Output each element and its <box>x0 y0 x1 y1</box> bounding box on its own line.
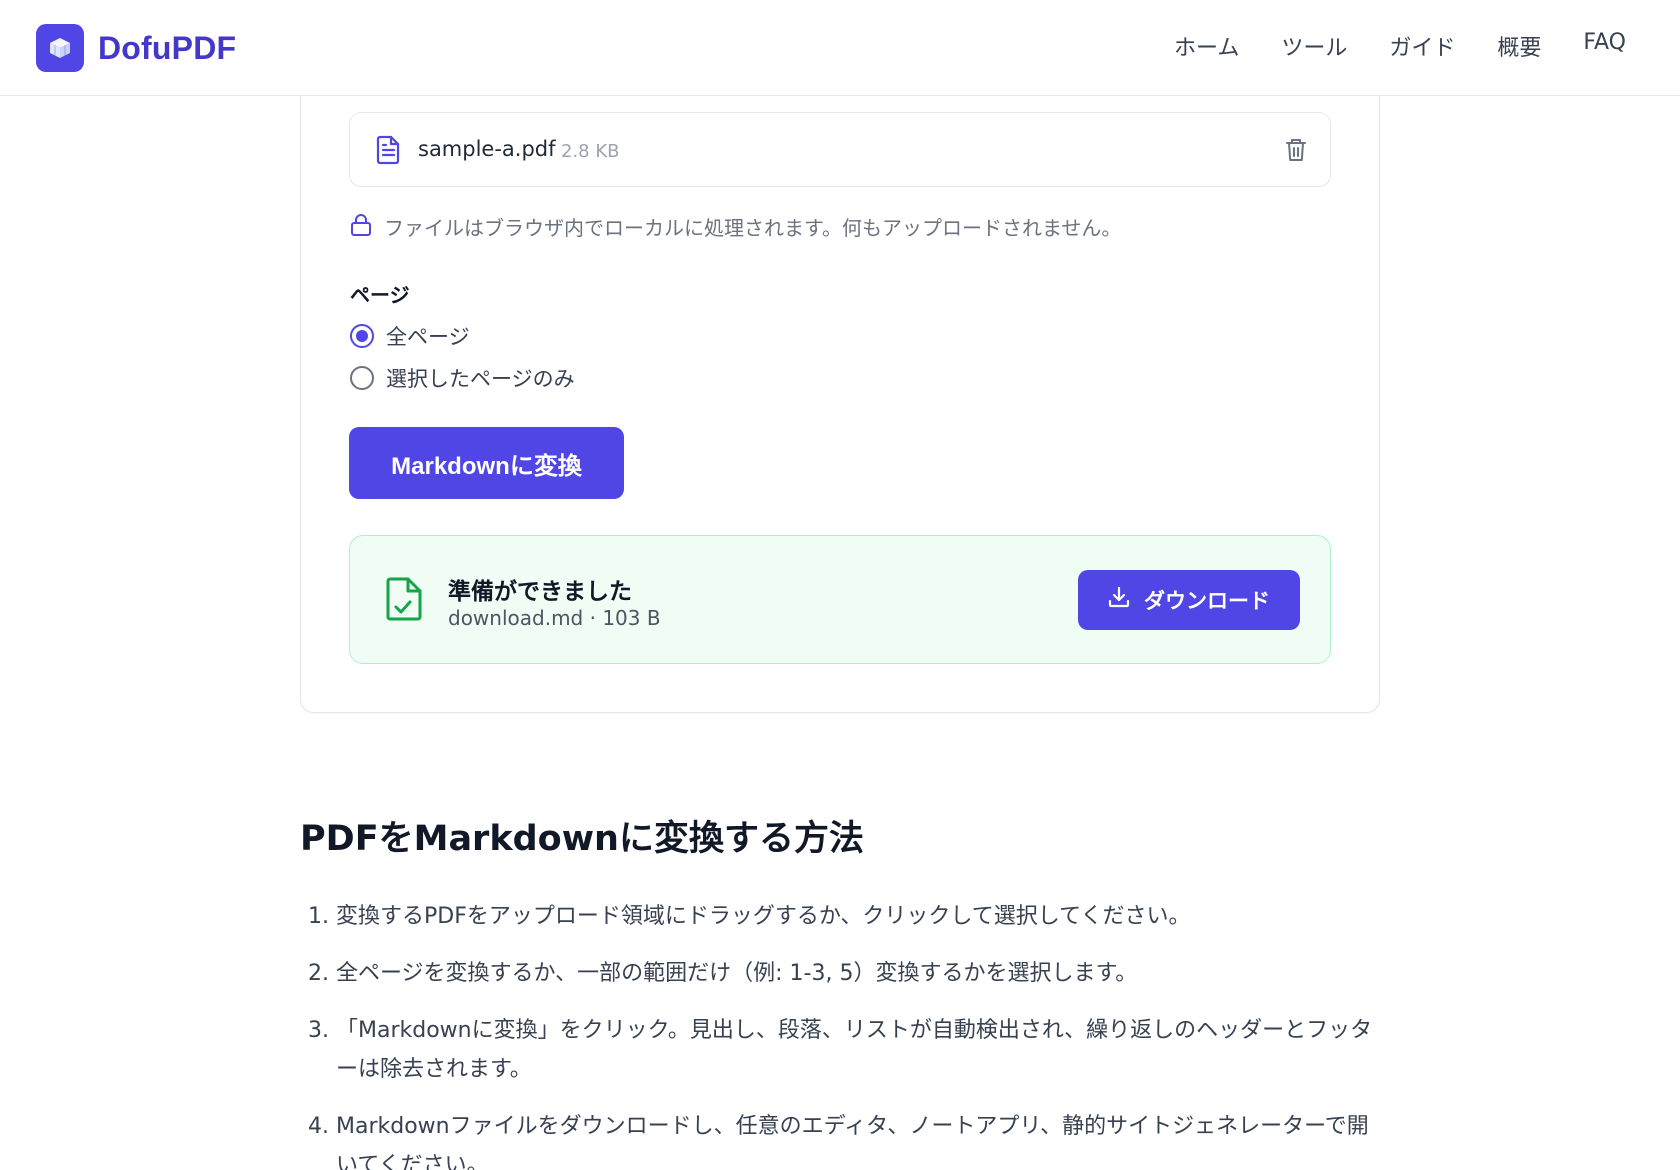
logo-icon <box>36 24 84 72</box>
nav-faq[interactable]: FAQ <box>1583 30 1626 62</box>
list-item: 3. 「Markdownに変換」をクリック。見出し、段落、リストが自動検出され、… <box>308 1011 1388 1089</box>
howto-title: PDFをMarkdownに変換する方法 <box>300 819 864 859</box>
nav-guide[interactable]: ガイド <box>1389 30 1455 62</box>
list-item: 2. 全ページを変換するか、一部の範囲だけ（例: 1-3, 5）変換するかを選択… <box>308 954 1388 993</box>
list-item: 4. Markdownファイルをダウンロードし、任意のエディタ、ノートアプリ、静… <box>308 1107 1388 1170</box>
file-check-icon <box>384 576 424 626</box>
lock-icon <box>350 213 372 241</box>
step-text: 全ページを変換するか、一部の範囲だけ（例: 1-3, 5）変換するかを選択します… <box>336 961 1138 986</box>
nav-home[interactable]: ホーム <box>1174 30 1239 62</box>
step-number: 3. <box>308 1018 329 1043</box>
result-panel: 準備ができました download.md · 103 B ダウンロード <box>349 535 1331 664</box>
pages-label: ページ <box>350 283 410 307</box>
radio-all-pages[interactable]: 全ページ <box>350 321 470 351</box>
nav-tools[interactable]: ツール <box>1281 30 1347 62</box>
nav-about[interactable]: 概要 <box>1497 30 1541 62</box>
download-label: ダウンロード <box>1144 590 1270 613</box>
radio-button-checked[interactable] <box>350 324 374 348</box>
step-number: 1. <box>308 904 329 929</box>
step-text: 変換するPDFをアップロード領域にドラッグするか、クリックして選択してください。 <box>336 904 1191 929</box>
privacy-text: ファイルはブラウザ内でローカルに処理されます。何もアップロードされません。 <box>384 216 1122 240</box>
privacy-note: ファイルはブラウザ内でローカルに処理されます。何もアップロードされません。 <box>350 212 1121 241</box>
step-number: 2. <box>308 961 329 986</box>
result-title: 準備ができました <box>448 579 632 605</box>
file-name: sample-a.pdf <box>418 137 556 161</box>
convert-button[interactable]: Markdownに変換 <box>349 427 624 499</box>
step-text: 「Markdownに変換」をクリック。見出し、段落、リストが自動検出され、繰り返… <box>336 1018 1373 1082</box>
file-icon <box>376 135 402 169</box>
file-item: sample-a.pdf 2.8 KB <box>349 112 1331 187</box>
trash-icon[interactable] <box>1284 137 1308 167</box>
step-text: Markdownファイルをダウンロードし、任意のエディタ、ノートアプリ、静的サイ… <box>336 1114 1369 1170</box>
file-size: 2.8 KB <box>561 141 620 162</box>
radio-label: 全ページ <box>386 325 470 349</box>
download-icon <box>1108 586 1130 614</box>
brand-link[interactable]: DofuPDF <box>36 24 236 72</box>
radio-selected-pages[interactable]: 選択したページのみ <box>350 363 575 393</box>
list-item: 1. 変換するPDFをアップロード領域にドラッグするか、クリックして選択してくだ… <box>308 897 1388 936</box>
result-meta: download.md · 103 B <box>448 606 661 630</box>
step-number: 4. <box>308 1114 329 1139</box>
site-header: DofuPDF ホーム ツール ガイド 概要 FAQ <box>0 0 1680 96</box>
main-nav: ホーム ツール ガイド 概要 FAQ <box>1174 30 1626 62</box>
howto-steps: 1. 変換するPDFをアップロード領域にドラッグするか、クリックして選択してくだ… <box>308 897 1388 1170</box>
brand-name: DofuPDF <box>98 29 237 66</box>
download-button[interactable]: ダウンロード <box>1078 570 1300 630</box>
radio-label: 選択したページのみ <box>386 367 575 391</box>
radio-button[interactable] <box>350 366 374 390</box>
